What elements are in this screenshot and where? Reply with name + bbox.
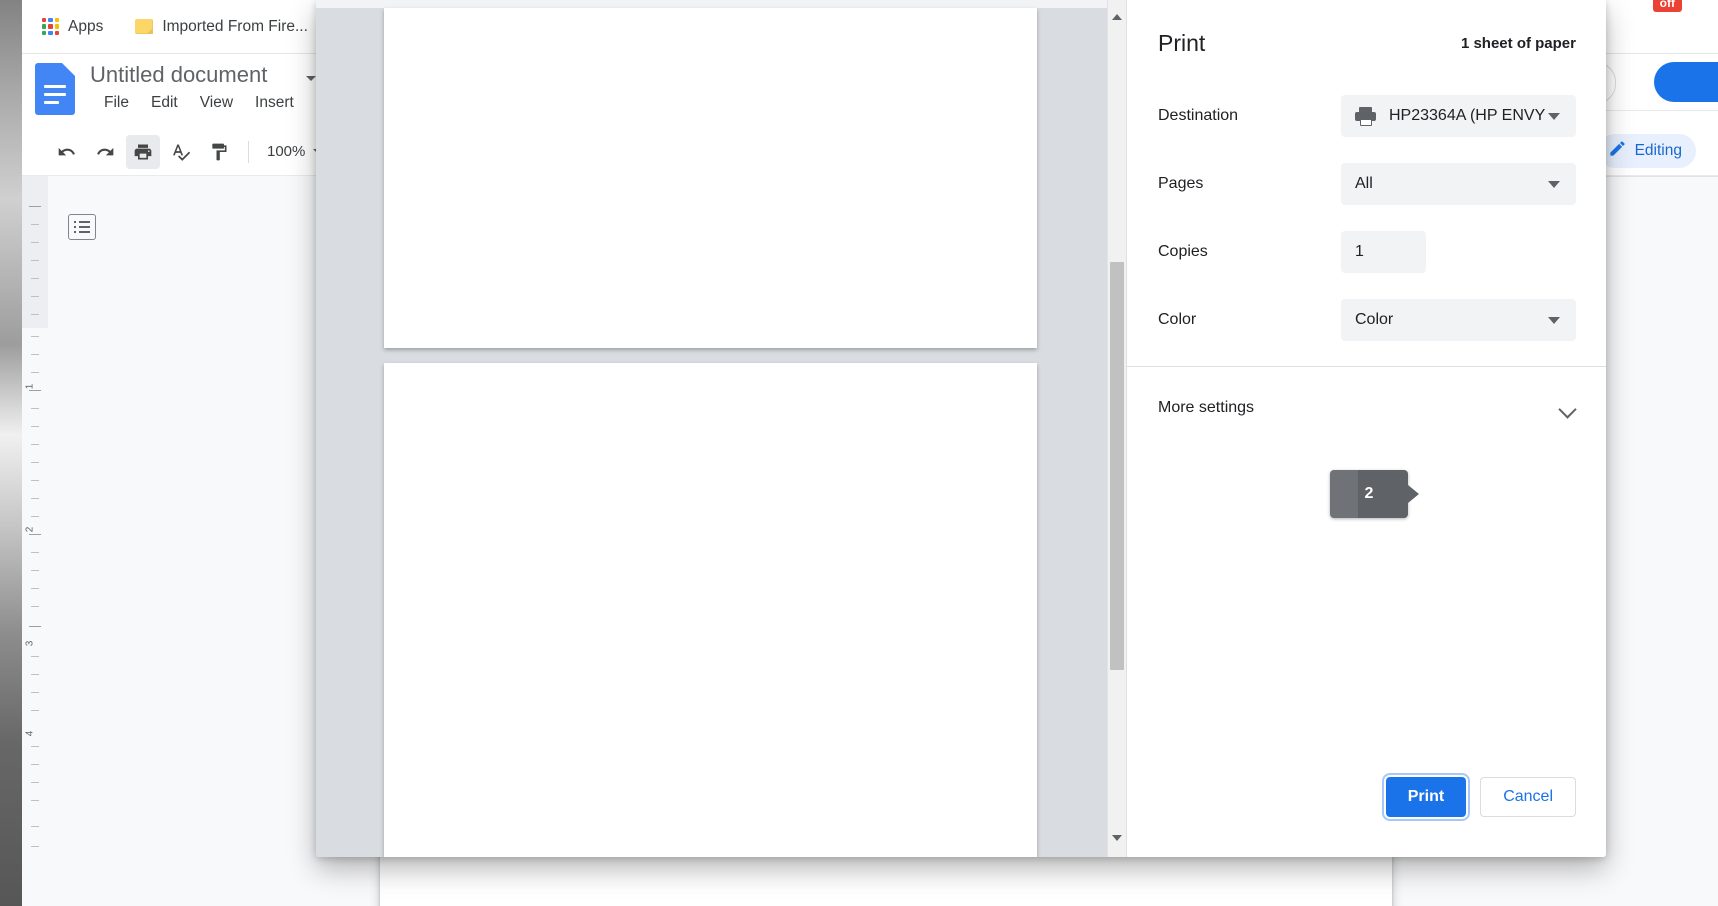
copies-label: Copies	[1158, 243, 1208, 260]
pencil-icon	[1608, 139, 1627, 163]
ruler-number: 4	[24, 730, 36, 737]
chevron-down-icon	[1548, 181, 1560, 188]
sheet-summary: 1 sheet of paper	[1460, 34, 1576, 52]
pages-label: Pages	[1158, 175, 1204, 192]
print-preview-pane[interactable]	[316, 0, 1126, 857]
undo-icon[interactable]	[50, 135, 84, 169]
google-docs-icon[interactable]	[35, 63, 75, 115]
bookmark-imported-from-firefox[interactable]: Imported From Fire...	[125, 14, 318, 40]
ruler-number: 2	[24, 526, 36, 533]
chevron-down-icon	[1548, 317, 1560, 324]
chevron-down-icon	[1560, 400, 1576, 416]
menu-edit[interactable]: Edit	[151, 94, 178, 112]
scroll-down-arrow-icon[interactable]	[1108, 829, 1126, 847]
color-label: Color	[1158, 311, 1197, 328]
preview-page	[384, 363, 1037, 857]
status-badge: off	[1652, 0, 1682, 12]
menu-file[interactable]: File	[104, 94, 129, 112]
setting-row-destination: Destination HP23364A (HP ENVY	[1158, 95, 1576, 137]
more-settings-toggle[interactable]: More settings	[1158, 386, 1576, 430]
pages-select[interactable]: All	[1341, 163, 1576, 205]
zoom-value: 100%	[267, 143, 306, 160]
preview-page	[384, 8, 1037, 348]
editing-mode-button[interactable]: Editing	[1597, 134, 1696, 168]
print-dialog-header: Print 1 sheet of paper	[1127, 0, 1606, 86]
header-divider	[1600, 176, 1718, 177]
redo-icon[interactable]	[88, 135, 122, 169]
screen: Apps Imported From Fire... F Untitled do…	[0, 0, 1718, 906]
print-icon[interactable]	[126, 134, 160, 169]
document-title[interactable]: Untitled document	[90, 62, 267, 88]
apps-grid-icon	[42, 18, 59, 35]
outline-lines	[79, 221, 90, 233]
outline-dots	[74, 221, 76, 233]
page-indicator-shade	[1330, 470, 1358, 518]
bookmark-label: Imported From Fire...	[162, 17, 308, 35]
chevron-down-icon	[1548, 113, 1560, 120]
page-title: Print	[1158, 29, 1206, 56]
settings-divider	[1127, 366, 1606, 367]
destination-select[interactable]: HP23364A (HP ENVY	[1341, 95, 1576, 137]
menu-view[interactable]: View	[200, 94, 233, 112]
color-value: Color	[1355, 311, 1394, 328]
print-dialog: 2 Print 1 sheet of paper Destination HP2…	[316, 0, 1606, 857]
copies-input[interactable]: 1	[1341, 231, 1426, 273]
pages-value: All	[1355, 175, 1373, 192]
browser-left-edge-gradient	[0, 0, 22, 906]
print-button[interactable]: Print	[1385, 777, 1467, 817]
header-divider	[1600, 110, 1718, 111]
destination-label: Destination	[1158, 107, 1239, 124]
destination-value: HP23364A (HP ENVY	[1389, 107, 1546, 124]
page-indicator: 2	[1330, 470, 1419, 518]
vertical-ruler[interactable]: 1 2 3 4	[22, 176, 48, 906]
preview-scrollbar[interactable]	[1107, 0, 1126, 857]
more-settings-label: More settings	[1158, 399, 1255, 416]
folder-icon	[135, 19, 154, 34]
share-button[interactable]	[1654, 62, 1718, 102]
toolbar-divider	[248, 140, 249, 163]
bookmark-apps[interactable]: Apps	[32, 14, 113, 40]
ruler-number: 1	[24, 383, 36, 390]
scroll-up-arrow-icon[interactable]	[1108, 8, 1126, 26]
cancel-button[interactable]: Cancel	[1480, 777, 1576, 817]
editing-mode-label: Editing	[1634, 142, 1682, 159]
color-select[interactable]: Color	[1341, 299, 1576, 341]
copies-value: 1	[1355, 243, 1364, 260]
ruler-margin-band	[22, 176, 48, 328]
spellcheck-icon[interactable]	[164, 135, 198, 169]
preview-top-strip	[316, 0, 1126, 8]
scrollbar-thumb[interactable]	[1110, 262, 1124, 670]
dialog-actions: Print Cancel	[1385, 777, 1576, 817]
printer-icon	[1355, 106, 1376, 126]
setting-row-copies: Copies 1	[1158, 231, 1576, 273]
paint-format-icon[interactable]	[202, 135, 236, 169]
print-settings-pane: Print 1 sheet of paper Destination HP233…	[1126, 0, 1606, 857]
title-chevron-down-icon[interactable]	[306, 76, 316, 81]
document-page[interactable]	[380, 850, 1392, 906]
setting-row-pages: Pages All	[1158, 163, 1576, 205]
document-outline-icon[interactable]	[68, 214, 96, 240]
bookmark-label: Apps	[68, 17, 104, 35]
docs-menu-bar: File Edit View Insert F	[104, 94, 325, 112]
page-indicator-label: 2	[1364, 485, 1374, 502]
setting-row-color: Color Color	[1158, 299, 1576, 341]
ruler-number: 3	[24, 640, 36, 647]
menu-insert[interactable]: Insert	[255, 94, 294, 112]
